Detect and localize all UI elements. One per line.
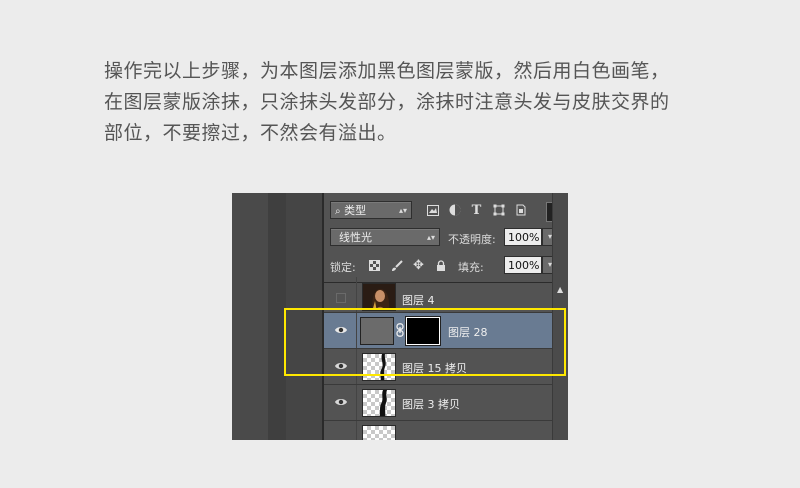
- opacity-label: 不透明度:: [448, 233, 496, 246]
- layers-scrollbar[interactable]: ▲: [552, 193, 568, 440]
- opacity-input[interactable]: 100%: [504, 228, 542, 246]
- eye-column-divider: [356, 277, 357, 312]
- fill-label: 填充:: [458, 261, 484, 274]
- panel-dock: [286, 193, 322, 440]
- instruction-line-3: 部位，不要擦过，不然会有溢出。: [104, 122, 397, 144]
- fill-input[interactable]: 100%: [504, 256, 542, 274]
- layer-name: 图层 4: [402, 294, 435, 307]
- lock-label: 锁定:: [330, 261, 356, 274]
- layer-name: 图层 15 拷贝: [402, 362, 467, 375]
- eye-icon[interactable]: [334, 395, 348, 409]
- eye-column-divider: [356, 421, 357, 440]
- eye-icon[interactable]: [334, 359, 348, 373]
- smart-object-icon[interactable]: [514, 204, 527, 217]
- lock-all-icon[interactable]: [434, 259, 447, 272]
- lock-brush-icon[interactable]: [390, 259, 403, 272]
- type-icon[interactable]: T: [470, 203, 483, 218]
- layer-row[interactable]: 图层 15 拷贝: [324, 349, 552, 385]
- layer-mask-thumbnail[interactable]: [405, 316, 441, 346]
- lock-transparent-icon[interactable]: [368, 259, 381, 272]
- instruction-line-1: 操作完以上步骤，为本图层添加黑色图层蒙版，然后用白色画笔，: [104, 60, 670, 82]
- chain-link-icon[interactable]: [396, 323, 404, 340]
- instruction-text: 操作完以上步骤，为本图层添加黑色图层蒙版，然后用白色画笔， 在图层蒙版涂抹，只涂…: [104, 56, 744, 149]
- search-icon: ⌕: [335, 206, 341, 217]
- image-icon[interactable]: [426, 204, 439, 217]
- lock-icons: ✥: [368, 258, 447, 273]
- chevron-updown-icon: ▴▾: [398, 206, 407, 215]
- filter-kind-dropdown[interactable]: ⌕ 类型 ▴▾: [330, 201, 412, 219]
- instruction-line-2: 在图层蒙版涂抹，只涂抹头发部分，涂抹时注意头发与皮肤交界的: [104, 91, 670, 113]
- blend-mode-label: 线性光: [339, 231, 372, 244]
- layer-row-selected[interactable]: 图层 28: [324, 313, 552, 349]
- canvas-edge-shadow: [268, 193, 286, 440]
- layer-name: 图层 3 拷贝: [402, 398, 460, 411]
- visibility-toggle-off[interactable]: [336, 293, 346, 303]
- blend-mode-dropdown[interactable]: 线性光 ▴▾: [330, 228, 440, 246]
- layer-row[interactable]: 图层 4: [324, 277, 552, 313]
- layer-filter-row: ⌕ 类型 ▴▾ T: [330, 201, 556, 223]
- layer-row[interactable]: 图层 3 拷贝: [324, 385, 552, 421]
- eye-icon[interactable]: [334, 323, 348, 337]
- chevron-updown-icon: ▴▾: [426, 233, 435, 242]
- photoshop-layers-panel-screenshot: ⌕ 类型 ▴▾ T 线性光 ▴▾ 不透明度: 100% ▾ 锁定: ✥ 填充: …: [232, 193, 568, 440]
- eye-column-divider: [356, 313, 357, 348]
- filter-kind-label: 类型: [344, 204, 367, 217]
- layer-thumbnail: [362, 283, 396, 311]
- canvas-edge: [232, 193, 268, 440]
- layer-row[interactable]: [324, 421, 552, 440]
- layer-thumbnail: [360, 317, 394, 345]
- eye-column-divider: [356, 349, 357, 384]
- layers-list: 图层 4 图层 28 图层 15 拷贝 图层 3 拷贝: [324, 277, 552, 440]
- layer-thumbnail: [362, 389, 396, 417]
- layer-thumbnail: [362, 425, 396, 440]
- blend-opacity-row: 线性光 ▴▾ 不透明度: 100% ▾: [330, 228, 558, 250]
- scroll-up-icon[interactable]: ▲: [557, 285, 563, 294]
- lock-fill-row: 锁定: ✥ 填充: 100% ▾: [330, 256, 558, 278]
- layer-thumbnail: [362, 353, 396, 381]
- filter-icons: T: [426, 201, 527, 219]
- eye-column-divider: [356, 385, 357, 420]
- lock-move-icon[interactable]: ✥: [412, 258, 425, 273]
- layer-name: 图层 28: [448, 326, 488, 339]
- shape-icon[interactable]: [492, 204, 505, 217]
- adjustment-icon[interactable]: [448, 204, 461, 217]
- layers-panel: ⌕ 类型 ▴▾ T 线性光 ▴▾ 不透明度: 100% ▾ 锁定: ✥ 填充: …: [324, 193, 568, 440]
